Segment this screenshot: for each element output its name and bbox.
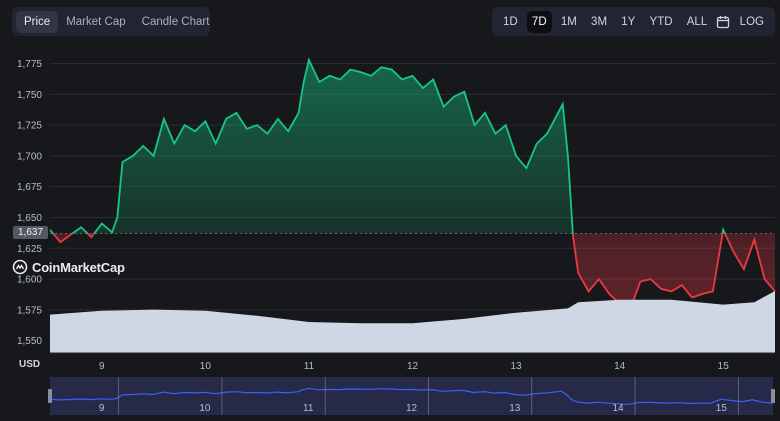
- navigator-tick-label: 15: [716, 403, 728, 414]
- x-tick-label: 11: [304, 361, 315, 372]
- x-tick-label: 12: [407, 361, 419, 372]
- y-tick-label: 1,625: [17, 244, 42, 255]
- current-price-tag: 1,637: [13, 226, 48, 240]
- navigator-handle[interactable]: [771, 389, 775, 403]
- x-tick-label: 10: [200, 361, 212, 372]
- navigator-tick-label: 13: [509, 403, 521, 414]
- x-axis: 9 10 11 12 13 14 15: [50, 352, 775, 372]
- watermark-text: CoinMarketCap: [32, 259, 125, 275]
- navigator-handle[interactable]: [48, 389, 52, 403]
- navigator-tick-label: 11: [303, 403, 314, 414]
- x-tick-label: 9: [99, 361, 105, 372]
- range-navigator[interactable]: 9 10 11 12 13 14 15: [48, 377, 775, 415]
- watermark-logo: CoinMarketCap: [12, 259, 125, 275]
- y-tick-label: 1,575: [17, 305, 42, 316]
- volume-area: [50, 291, 775, 353]
- y-tick-label: 1,725: [17, 121, 42, 132]
- x-tick-label: 14: [614, 361, 626, 372]
- price-chart[interactable]: 1,550 1,575 1,600 1,625 1,650 1,675 1,700 1,725…: [0, 0, 780, 421]
- navigator-tick-label: 14: [613, 403, 625, 414]
- y-tick-label: 1,775: [17, 59, 42, 70]
- y-tick-label: 1,750: [17, 90, 42, 101]
- navigator-tick-label: 10: [199, 403, 211, 414]
- x-tick-label: 13: [511, 361, 523, 372]
- y-tick-label: 1,600: [17, 275, 42, 286]
- y-tick-label: 1,650: [17, 213, 42, 224]
- y-axis: 1,550 1,575 1,600 1,625 1,650 1,675 1,700 1,725…: [17, 59, 42, 347]
- y-tick-label: 1,700: [17, 151, 42, 162]
- y-tick-label: 1,675: [17, 182, 42, 193]
- x-tick-label: 15: [718, 361, 730, 372]
- y-tick-label: 1,550: [17, 336, 42, 347]
- currency-label: USD: [19, 359, 41, 370]
- navigator-tick-label: 12: [406, 403, 418, 414]
- coinmarketcap-logo-icon: [12, 259, 28, 275]
- navigator-tick-label: 9: [99, 403, 105, 414]
